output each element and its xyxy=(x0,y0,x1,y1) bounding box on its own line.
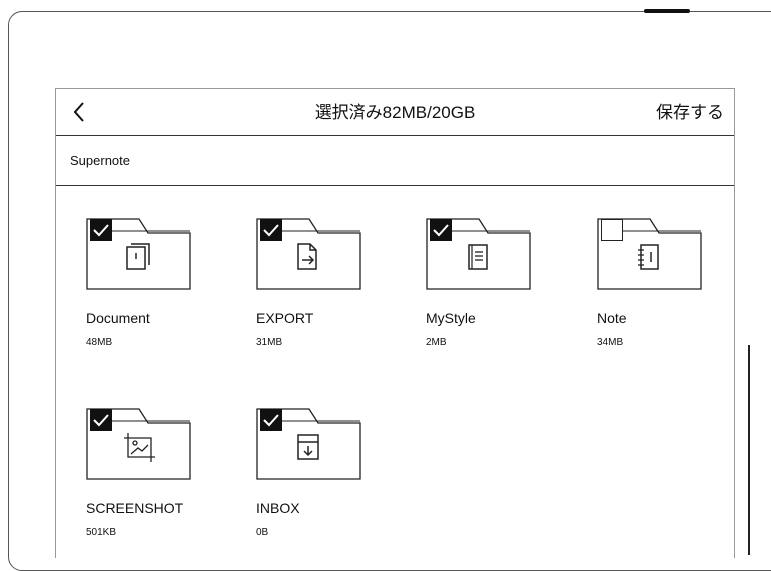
folder-size: 0B xyxy=(256,527,269,538)
inbox-icon xyxy=(297,434,319,460)
document-stack-icon xyxy=(126,243,150,270)
folder-name: Document xyxy=(86,310,150,326)
folder-name: INBOX xyxy=(256,500,300,516)
dialog-title: 選択済み82MB/20GB xyxy=(314,103,476,122)
folder-checkbox[interactable] xyxy=(90,409,112,431)
folder-checkbox[interactable] xyxy=(260,219,282,241)
checkmark-icon xyxy=(263,414,279,427)
folder-checkbox[interactable] xyxy=(90,219,112,241)
screenshot-icon xyxy=(124,433,155,462)
folder-note[interactable]: Note 34MB xyxy=(597,211,737,371)
folder-size: 501KB xyxy=(86,527,117,538)
folder-name: EXPORT xyxy=(256,310,314,326)
folder-name: SCREENSHOT xyxy=(86,500,184,516)
chevron-left-icon xyxy=(73,102,84,122)
file-export-icon xyxy=(297,243,317,270)
folder-size: 48MB xyxy=(86,337,113,348)
back-button[interactable] xyxy=(66,99,92,125)
folder-size: 2MB xyxy=(426,337,447,348)
folder-name: Note xyxy=(597,310,627,326)
scrollbar[interactable] xyxy=(748,345,750,555)
folder-export[interactable]: EXPORT 31MB xyxy=(256,211,396,371)
checkmark-icon xyxy=(263,224,279,237)
device-notch xyxy=(644,9,690,13)
checkmark-icon xyxy=(433,224,449,237)
notebook-icon xyxy=(638,244,659,270)
breadcrumb: Supernote xyxy=(56,136,734,186)
folder-size: 34MB xyxy=(597,337,624,348)
template-icon xyxy=(468,244,488,270)
folder-size: 31MB xyxy=(256,337,283,348)
folder-screenshot[interactable]: SCREENSHOT 501KB xyxy=(86,401,226,561)
breadcrumb-path[interactable]: Supernote xyxy=(70,136,130,186)
folder-inbox[interactable]: INBOX 0B xyxy=(256,401,396,561)
folder-name: MyStyle xyxy=(426,310,476,326)
folder-checkbox[interactable] xyxy=(601,219,623,241)
folder-checkbox[interactable] xyxy=(260,409,282,431)
storage-selection-dialog: 選択済み82MB/20GB 保存する Supernote Document 48… xyxy=(55,88,735,558)
dialog-header: 選択済み82MB/20GB 保存する xyxy=(56,89,734,136)
checkmark-icon xyxy=(93,224,109,237)
checkmark-icon xyxy=(93,414,109,427)
folder-checkbox[interactable] xyxy=(430,219,452,241)
save-button[interactable]: 保存する xyxy=(656,89,724,136)
folder-mystyle[interactable]: MyStyle 2MB xyxy=(426,211,566,371)
folder-document[interactable]: Document 48MB xyxy=(86,211,226,371)
